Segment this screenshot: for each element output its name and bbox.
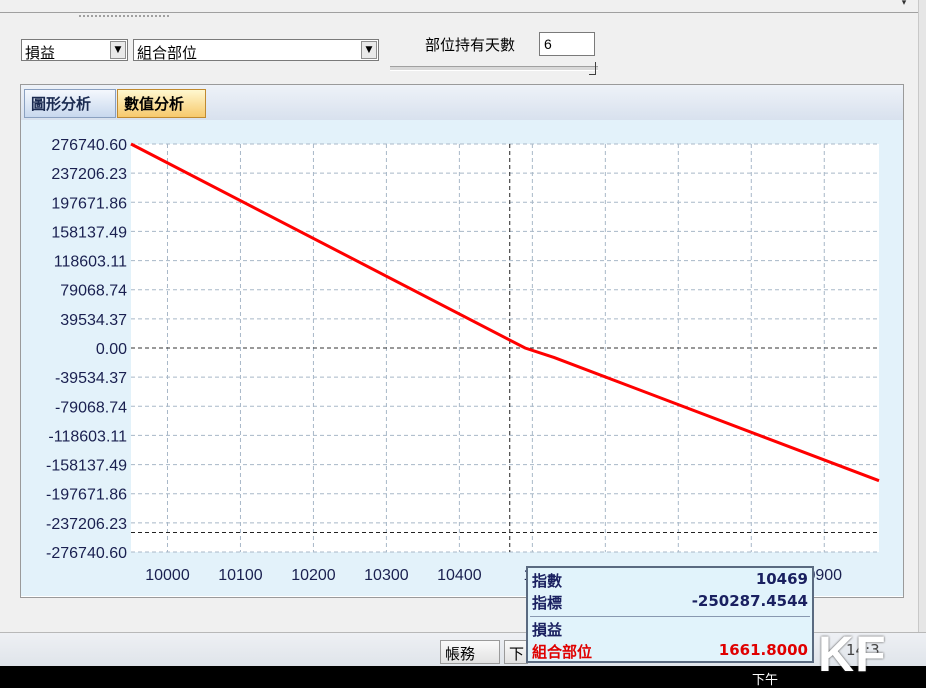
tooltip-combo-label: 組合部位 — [532, 643, 593, 661]
y-tick-label: -158137.49 — [46, 458, 127, 475]
top-strip: ▾ — [0, 0, 918, 13]
vertical-scrollbar[interactable] — [918, 0, 926, 640]
x-tick-label: 10000 — [145, 567, 190, 584]
chevron-down-icon[interactable]: ▼ — [110, 41, 126, 59]
slider-thumb[interactable] — [589, 62, 596, 75]
y-tick-label: 276740.60 — [51, 137, 127, 154]
y-tick-label: 237206.23 — [51, 166, 127, 183]
position-select[interactable]: 組合部位 ▼ — [133, 39, 379, 62]
y-tick-label: 197671.86 — [51, 195, 127, 212]
x-tick-label: 10200 — [291, 567, 336, 584]
watermark-logo: KF — [818, 626, 887, 682]
y-tick-label: -276740.60 — [46, 545, 127, 562]
pl-chart[interactable]: 276740.60 237206.23 197671.86 158137.49 1186… — [21, 120, 903, 596]
chevron-down-icon[interactable]: ▾ — [896, 0, 912, 10]
tooltip-indicator-value: -250287.4544 — [691, 592, 808, 610]
y-tick-label: 0.00 — [96, 341, 127, 358]
y-tick-label: 118603.11 — [54, 254, 127, 271]
chevron-down-icon[interactable]: ▼ — [361, 41, 377, 59]
taskbar — [0, 666, 926, 688]
tooltip-pl-label: 損益 — [532, 621, 563, 639]
taskbar-text: 下午 — [752, 673, 779, 688]
position-select-value: 組合部位 — [137, 44, 198, 62]
y-tick-label: 39534.37 — [60, 312, 127, 329]
y-tick-label: 158137.49 — [51, 224, 127, 241]
tab-value-analysis[interactable]: 數值分析 — [117, 89, 206, 118]
tooltip-divider — [530, 616, 810, 617]
tooltip-index-value: 10469 — [755, 570, 808, 588]
tab-chart-analysis[interactable]: 圖形分析 — [24, 89, 116, 118]
accounts-button[interactable]: 帳務 — [440, 640, 500, 664]
y-tick-label: 79068.74 — [60, 283, 127, 300]
splitter-grip[interactable] — [78, 14, 170, 18]
x-tick-label: 10400 — [437, 567, 482, 584]
tooltip-combo-value: 1661.8000 — [718, 641, 808, 659]
tooltip-index-label: 指數 — [532, 572, 563, 590]
y-tick-label: -39534.37 — [55, 370, 127, 387]
mode-select-value: 損益 — [25, 44, 56, 62]
holding-days-input[interactable] — [539, 32, 595, 56]
y-tick-label: -79068.74 — [55, 399, 127, 416]
holding-days-label: 部位持有天數 — [425, 36, 516, 54]
holding-days-slider[interactable] — [390, 62, 598, 75]
x-tick-label: 10300 — [364, 567, 409, 584]
slider-track — [390, 66, 598, 71]
mode-select[interactable]: 損益 ▼ — [21, 39, 128, 62]
x-tick-label: 10100 — [218, 567, 263, 584]
data-tooltip: 指數 10469 指標 -250287.4544 損益 組合部位 1661.80… — [526, 566, 814, 663]
tooltip-indicator-label: 指標 — [532, 594, 563, 612]
y-tick-label: -197671.86 — [46, 487, 127, 504]
y-tick-label: -237206.23 — [46, 516, 127, 533]
partial-button[interactable]: 下 — [504, 640, 528, 664]
chart-area: 276740.60 237206.23 197671.86 158137.49 1186… — [21, 120, 903, 596]
y-tick-label: -118603.11 — [48, 428, 127, 445]
